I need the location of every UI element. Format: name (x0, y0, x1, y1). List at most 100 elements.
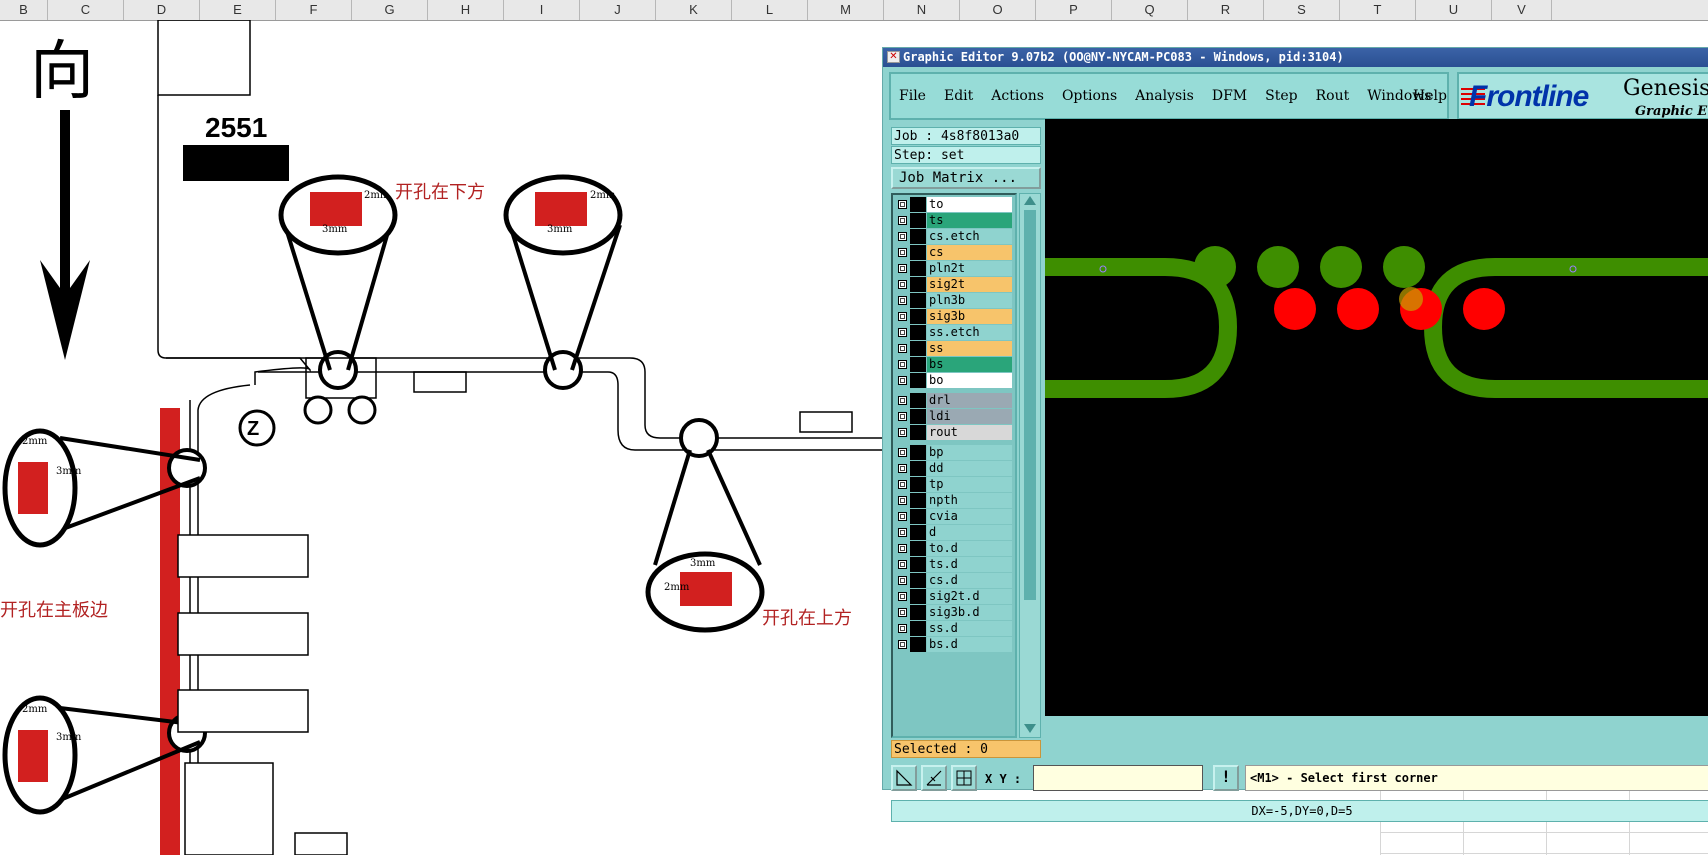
layer-row[interactable]: bo (895, 373, 1015, 388)
layer-checkbox[interactable] (898, 560, 907, 569)
layer-row[interactable]: sig2t (895, 277, 1015, 292)
layer-row[interactable]: to.d (895, 541, 1015, 556)
layer-checkbox[interactable] (898, 496, 907, 505)
layer-checkbox[interactable] (898, 200, 907, 209)
layer-name[interactable]: bs.d (927, 637, 1012, 652)
column-header[interactable]: I (504, 0, 580, 20)
column-header[interactable]: O (960, 0, 1036, 20)
layer-name[interactable]: ts (927, 213, 1012, 228)
layer-name[interactable]: ss (927, 341, 1012, 356)
menu-dfm[interactable]: DFM (1212, 88, 1247, 104)
column-header[interactable]: C (48, 0, 124, 20)
layer-row[interactable]: ts.d (895, 557, 1015, 572)
layer-checkbox[interactable] (898, 480, 907, 489)
column-header[interactable]: F (276, 0, 352, 20)
layer-checkbox[interactable] (898, 464, 907, 473)
column-header[interactable]: U (1416, 0, 1492, 20)
layer-name[interactable]: ts.d (927, 557, 1012, 572)
layer-checkbox[interactable] (898, 544, 907, 553)
column-header[interactable]: S (1264, 0, 1340, 20)
scroll-up-icon[interactable] (1024, 196, 1036, 205)
layer-row[interactable]: ss (895, 341, 1015, 356)
column-header[interactable]: R (1188, 0, 1264, 20)
layer-name[interactable]: tp (927, 477, 1012, 492)
layer-row[interactable]: bs (895, 357, 1015, 372)
layer-row[interactable]: cs (895, 245, 1015, 260)
zoom-corner-button[interactable] (891, 765, 917, 791)
column-header[interactable]: V (1492, 0, 1552, 20)
layer-checkbox[interactable] (898, 232, 907, 241)
column-header[interactable]: N (884, 0, 960, 20)
menu-step[interactable]: Step (1265, 88, 1297, 104)
layer-name[interactable]: sig3b.d (927, 605, 1012, 620)
job-matrix-button[interactable]: Job Matrix ... (891, 167, 1041, 189)
column-header[interactable]: K (656, 0, 732, 20)
layer-checkbox[interactable] (898, 608, 907, 617)
column-header[interactable]: B (0, 0, 48, 20)
layer-row[interactable]: npth (895, 493, 1015, 508)
column-header[interactable]: E (200, 0, 276, 20)
layer-row[interactable]: sig2t.d (895, 589, 1015, 604)
menu-edit[interactable]: Edit (944, 88, 973, 104)
layer-row[interactable]: bp (895, 445, 1015, 460)
layer-name[interactable]: npth (927, 493, 1012, 508)
layer-checkbox[interactable] (898, 624, 907, 633)
window-titlebar[interactable]: ✕ Graphic Editor 9.07b2 (OO@NY-NYCAM-PC0… (883, 48, 1708, 67)
menu-rout[interactable]: Rout (1316, 88, 1350, 104)
column-header[interactable]: G (352, 0, 428, 20)
layer-checkbox[interactable] (898, 312, 907, 321)
layer-row[interactable]: tp (895, 477, 1015, 492)
layer-row[interactable]: bs.d (895, 637, 1015, 652)
layer-row[interactable]: cvia (895, 509, 1015, 524)
layer-name[interactable]: sig2t (927, 277, 1012, 292)
layer-checkbox[interactable] (898, 412, 907, 421)
layer-row[interactable]: cs.etch (895, 229, 1015, 244)
layer-checkbox[interactable] (898, 528, 907, 537)
column-header[interactable]: D (124, 0, 200, 20)
layer-checkbox[interactable] (898, 328, 907, 337)
layer-checkbox[interactable] (898, 512, 907, 521)
layer-checkbox[interactable] (898, 248, 907, 257)
layer-row[interactable]: ts (895, 213, 1015, 228)
layer-checkbox[interactable] (898, 344, 907, 353)
layer-checkbox[interactable] (898, 428, 907, 437)
layer-row[interactable]: d (895, 525, 1015, 540)
grid-button[interactable] (951, 765, 977, 791)
layer-name[interactable]: d (927, 525, 1012, 540)
layer-name[interactable]: drl (927, 393, 1012, 408)
column-header[interactable]: T (1340, 0, 1416, 20)
menu-actions[interactable]: Actions (991, 88, 1044, 104)
column-header[interactable]: P (1036, 0, 1112, 20)
layer-row[interactable]: ss.d (895, 621, 1015, 636)
menu-analysis[interactable]: Analysis (1135, 88, 1194, 104)
layer-name[interactable]: sig3b (927, 309, 1012, 324)
menu-file[interactable]: File (899, 88, 926, 104)
layer-name[interactable]: bo (927, 373, 1012, 388)
menu-help[interactable]: Help (1413, 88, 1447, 104)
column-header[interactable]: L (732, 0, 808, 20)
layer-name[interactable]: pln3b (927, 293, 1012, 308)
layer-name[interactable]: ldi (927, 409, 1012, 424)
layer-name[interactable]: dd (927, 461, 1012, 476)
layer-name[interactable]: bs (927, 357, 1012, 372)
app-icon[interactable]: ✕ (887, 51, 900, 63)
layer-name[interactable]: ss.etch (927, 325, 1012, 340)
layer-name[interactable]: cvia (927, 509, 1012, 524)
layer-name[interactable]: rout (927, 425, 1012, 440)
layer-checkbox[interactable] (898, 640, 907, 649)
layer-name[interactable]: cs.d (927, 573, 1012, 588)
layer-name[interactable]: to.d (927, 541, 1012, 556)
layer-name[interactable]: ss.d (927, 621, 1012, 636)
layer-name[interactable]: to (927, 197, 1012, 212)
layer-row[interactable]: drl (895, 393, 1015, 408)
layer-name[interactable]: sig2t.d (927, 589, 1012, 604)
graphic-canvas[interactable] (1045, 119, 1708, 716)
column-header[interactable]: M (808, 0, 884, 20)
layer-checkbox[interactable] (898, 216, 907, 225)
layer-checkbox[interactable] (898, 592, 907, 601)
layer-name[interactable]: cs (927, 245, 1012, 260)
layer-checkbox[interactable] (898, 280, 907, 289)
layer-checkbox[interactable] (898, 376, 907, 385)
layer-row[interactable]: sig3b.d (895, 605, 1015, 620)
layer-row[interactable]: to (895, 197, 1015, 212)
